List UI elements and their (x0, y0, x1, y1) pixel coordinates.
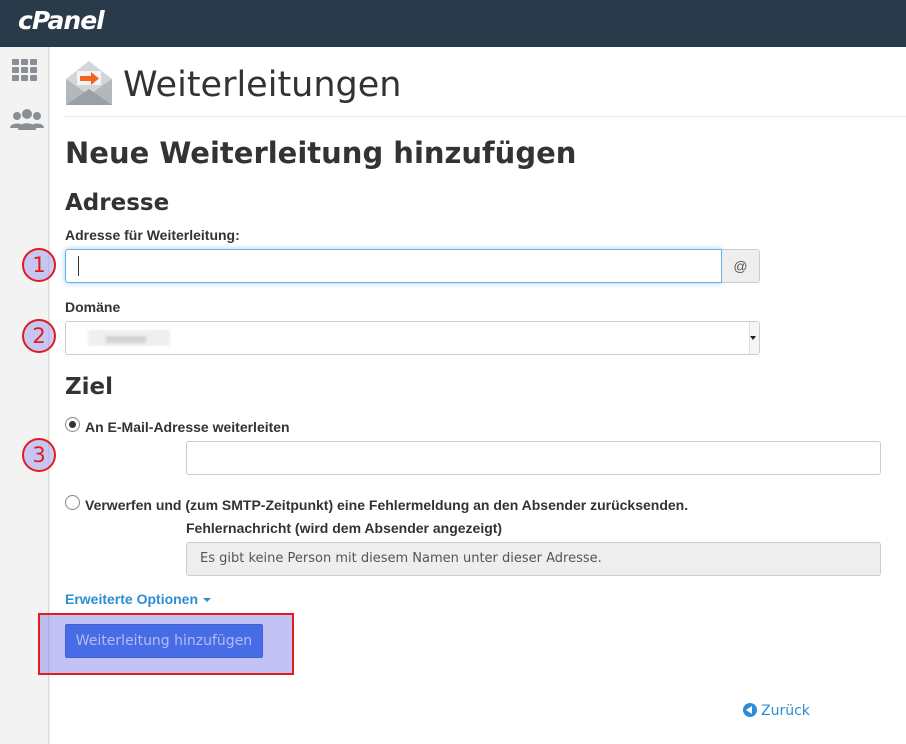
forward-email-radio[interactable] (65, 417, 80, 432)
discard-label[interactable]: Verwerfen und (zum SMTP-Zeitpunkt) eine … (85, 497, 688, 513)
step-1-annotation: 1 (22, 248, 56, 282)
forward-email-label[interactable]: An E-Mail-Adresse weiterleiten (85, 419, 290, 435)
discard-radio[interactable] (65, 495, 80, 510)
back-link-label: Zurück (761, 703, 810, 719)
top-bar: cPanel (0, 0, 906, 47)
forward-email-input[interactable] (186, 441, 881, 475)
error-message-input[interactable]: Es gibt keine Person mit diesem Namen un… (186, 542, 881, 576)
back-arrow-icon (743, 703, 757, 717)
error-message-label: Fehlernachricht (wird dem Absender angez… (186, 520, 503, 536)
domain-label: Domäne (65, 299, 121, 315)
forward-address-input[interactable] (65, 249, 722, 283)
page-header: Weiterleitungen (63, 57, 906, 117)
address-heading: Adresse (65, 190, 170, 216)
select-handle (749, 322, 759, 354)
chevron-down-icon (750, 336, 756, 340)
header-divider (63, 116, 906, 117)
caret-down-icon (203, 598, 212, 603)
users-group-icon[interactable] (9, 107, 45, 135)
step-2-annotation: 2 (22, 319, 56, 353)
advanced-options-label: Erweiterte Optionen (65, 591, 199, 607)
domain-value-redacted-inner (106, 336, 146, 343)
at-sign-addon: @ (722, 249, 760, 283)
target-heading: Ziel (65, 374, 114, 400)
back-link[interactable]: Zurück (743, 703, 810, 719)
section-title: Neue Weiterleitung hinzufügen (65, 136, 577, 170)
advanced-options-link[interactable]: Erweiterte Optionen (65, 591, 212, 607)
forwarder-envelope-icon (63, 59, 115, 109)
step-3-annotation: 3 (22, 438, 56, 472)
domain-select[interactable] (65, 321, 760, 355)
page-title: Weiterleitungen (123, 65, 402, 105)
cpanel-logo[interactable]: cPanel (18, 6, 105, 35)
submit-highlight-annotation (38, 613, 294, 675)
text-cursor (78, 256, 79, 276)
forward-address-label: Adresse für Weiterleitung: (65, 227, 240, 243)
apps-grid-icon[interactable] (10, 57, 40, 85)
